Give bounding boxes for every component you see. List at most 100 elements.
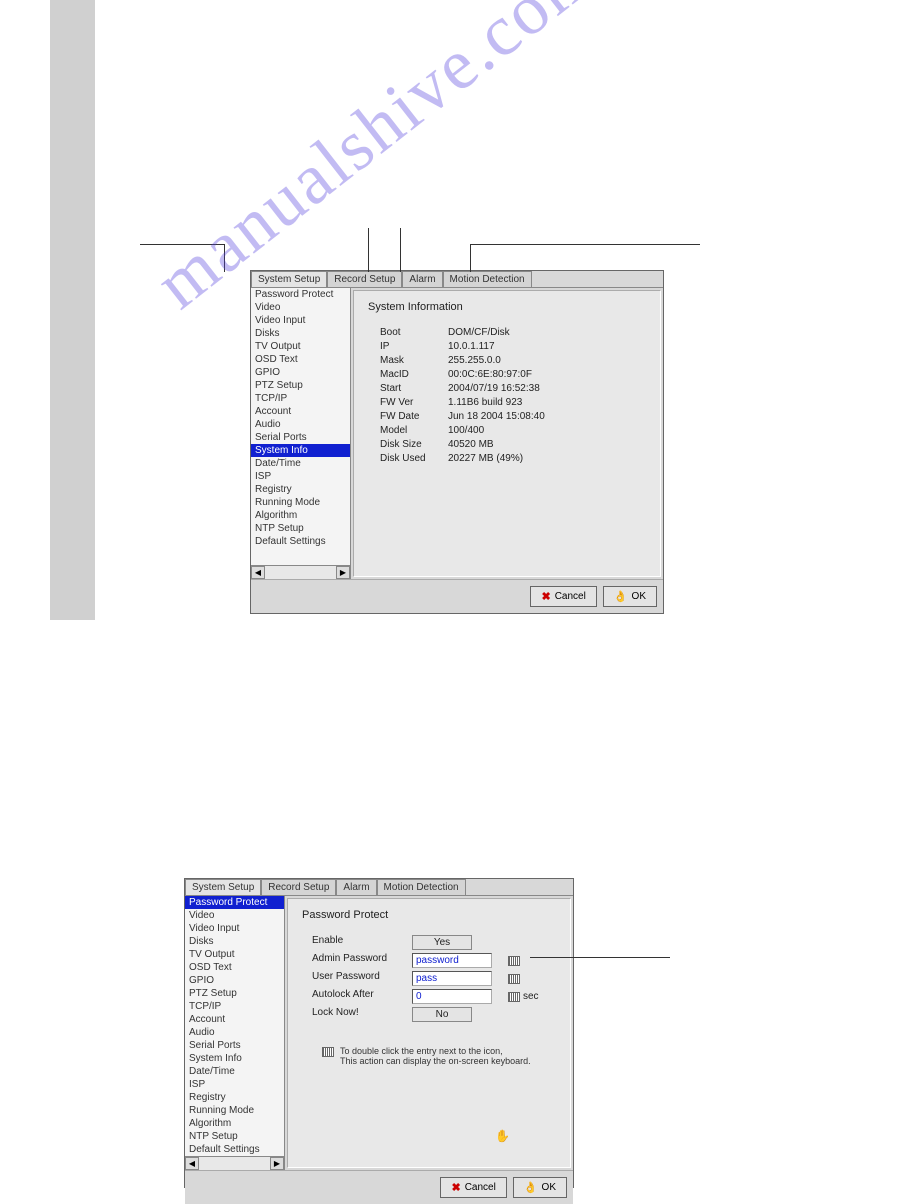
tab-system-setup[interactable]: System Setup (251, 271, 327, 287)
sidebar-item[interactable]: PTZ Setup (185, 987, 284, 1000)
info-row: IP10.0.1.117 (368, 341, 646, 352)
admin-password-label: Admin Password (302, 953, 412, 968)
tab-record-setup[interactable]: Record Setup (327, 271, 402, 287)
callout-line (140, 244, 224, 245)
sidebar-item[interactable]: Video Input (185, 922, 284, 935)
tab-record-setup[interactable]: Record Setup (261, 879, 336, 895)
sidebar-item[interactable]: OSD Text (185, 961, 284, 974)
autolock-input[interactable] (412, 989, 492, 1004)
info-row: FW DateJun 18 2004 15:08:40 (368, 411, 646, 422)
sidebar-item[interactable]: GPIO (185, 974, 284, 987)
tab-alarm[interactable]: Alarm (402, 271, 442, 287)
sidebar-item[interactable]: Serial Ports (185, 1039, 284, 1052)
keyboard-icon[interactable] (508, 974, 520, 984)
sidebar-item[interactable]: Running Mode (185, 1104, 284, 1117)
callout-line (530, 957, 670, 958)
sidebar-item[interactable]: NTP Setup (185, 1130, 284, 1143)
locknow-button[interactable]: No (412, 1007, 472, 1022)
sidebar-item[interactable]: Serial Ports (251, 431, 350, 444)
user-password-input[interactable] (412, 971, 492, 986)
scroll-right-icon[interactable]: ▶ (270, 1157, 284, 1170)
info-row: FW Ver1.11B6 build 923 (368, 397, 646, 408)
callout-line (368, 228, 369, 272)
sidebar-item[interactable]: ISP (251, 470, 350, 483)
user-password-label: User Password (302, 971, 412, 986)
scroll-left-icon[interactable]: ◀ (251, 566, 265, 579)
sidebar-item[interactable]: TCP/IP (185, 1000, 284, 1013)
sidebar-item[interactable]: Disks (185, 935, 284, 948)
sidebar-item[interactable]: Default Settings (251, 535, 350, 548)
callout-line (470, 244, 471, 272)
scrollbar[interactable]: ◀ ▶ (251, 565, 350, 579)
info-row: Mask255.255.0.0 (368, 355, 646, 366)
ok-button[interactable]: 👌OK (603, 586, 657, 607)
sidebar-item[interactable]: Registry (185, 1091, 284, 1104)
scroll-right-icon[interactable]: ▶ (336, 566, 350, 579)
sidebar-item[interactable]: Date/Time (185, 1065, 284, 1078)
sidebar-item[interactable]: ISP (185, 1078, 284, 1091)
sidebar-item[interactable]: System Info (185, 1052, 284, 1065)
scroll-track[interactable] (265, 566, 336, 579)
panel-title: Password Protect (302, 909, 556, 921)
sidebar-item[interactable]: Default Settings (185, 1143, 284, 1156)
sidebar-item[interactable]: NTP Setup (251, 522, 350, 535)
system-setup-dialog: System Setup Record Setup Alarm Motion D… (250, 270, 664, 614)
tab-row: System Setup Record Setup Alarm Motion D… (251, 271, 663, 288)
scrollbar[interactable]: ◀ ▶ (185, 1156, 284, 1170)
tab-motion-detection[interactable]: Motion Detection (377, 879, 466, 895)
sidebar-item[interactable]: Running Mode (251, 496, 350, 509)
sidebar-item[interactable]: GPIO (251, 366, 350, 379)
sidebar-item[interactable]: Algorithm (251, 509, 350, 522)
enable-toggle[interactable]: Yes (412, 935, 472, 950)
sidebar-item[interactable]: Password Protect (251, 288, 350, 301)
button-bar: ✖Cancel 👌OK (185, 1170, 573, 1204)
tab-motion-detection[interactable]: Motion Detection (443, 271, 532, 287)
content-panel: System Information BootDOM/CF/Disk IP10.… (353, 290, 661, 577)
sidebar-item[interactable]: Date/Time (251, 457, 350, 470)
keyboard-icon[interactable] (508, 992, 520, 1002)
enable-label: Enable (302, 935, 412, 950)
sidebar-item[interactable]: TCP/IP (251, 392, 350, 405)
sidebar-item[interactable]: Algorithm (185, 1117, 284, 1130)
admin-password-input[interactable] (412, 953, 492, 968)
sidebar-item-password-protect[interactable]: Password Protect (185, 896, 284, 909)
sidebar-item[interactable]: Registry (251, 483, 350, 496)
button-bar: ✖Cancel 👌OK (251, 579, 663, 613)
callout-line (224, 244, 225, 272)
page-gutter (50, 0, 95, 620)
keyboard-icon[interactable] (508, 956, 520, 966)
ok-icon: 👌 (614, 590, 628, 603)
scroll-left-icon[interactable]: ◀ (185, 1157, 199, 1170)
sidebar-item-system-info[interactable]: System Info (251, 444, 350, 457)
sidebar-item[interactable]: Audio (251, 418, 350, 431)
info-row: BootDOM/CF/Disk (368, 327, 646, 338)
callout-line (400, 228, 401, 272)
info-row: Disk Size40520 MB (368, 439, 646, 450)
panel-title: System Information (368, 301, 646, 313)
info-row: MacID00:0C:6E:80:97:0F (368, 369, 646, 380)
sidebar: Password Protect Video Video Input Disks… (185, 896, 285, 1170)
seconds-label: sec (523, 991, 539, 1002)
sidebar-item[interactable]: Disks (251, 327, 350, 340)
sidebar-item[interactable]: TV Output (251, 340, 350, 353)
sidebar-item[interactable]: Video (185, 909, 284, 922)
cancel-button[interactable]: ✖Cancel (530, 586, 596, 607)
sidebar-item[interactable]: OSD Text (251, 353, 350, 366)
content-panel: Password Protect Enable Yes Admin Passwo… (287, 898, 571, 1168)
sidebar-item[interactable]: TV Output (185, 948, 284, 961)
sidebar-item[interactable]: PTZ Setup (251, 379, 350, 392)
sidebar-item[interactable]: Video (251, 301, 350, 314)
tab-row: System Setup Record Setup Alarm Motion D… (185, 879, 573, 896)
sidebar: Password Protect Video Video Input Disks… (251, 288, 351, 579)
tab-alarm[interactable]: Alarm (336, 879, 376, 895)
sidebar-item[interactable]: Video Input (251, 314, 350, 327)
sidebar-item[interactable]: Account (251, 405, 350, 418)
scroll-track[interactable] (199, 1157, 270, 1170)
hint-text: To double click the entry next to the ic… (302, 1046, 556, 1066)
tab-system-setup[interactable]: System Setup (185, 879, 261, 895)
sidebar-item[interactable]: Account (185, 1013, 284, 1026)
locknow-label: Lock Now! (302, 1007, 412, 1022)
info-row: Start2004/07/19 16:52:38 (368, 383, 646, 394)
sidebar-item[interactable]: Audio (185, 1026, 284, 1039)
keyboard-icon (322, 1047, 334, 1057)
